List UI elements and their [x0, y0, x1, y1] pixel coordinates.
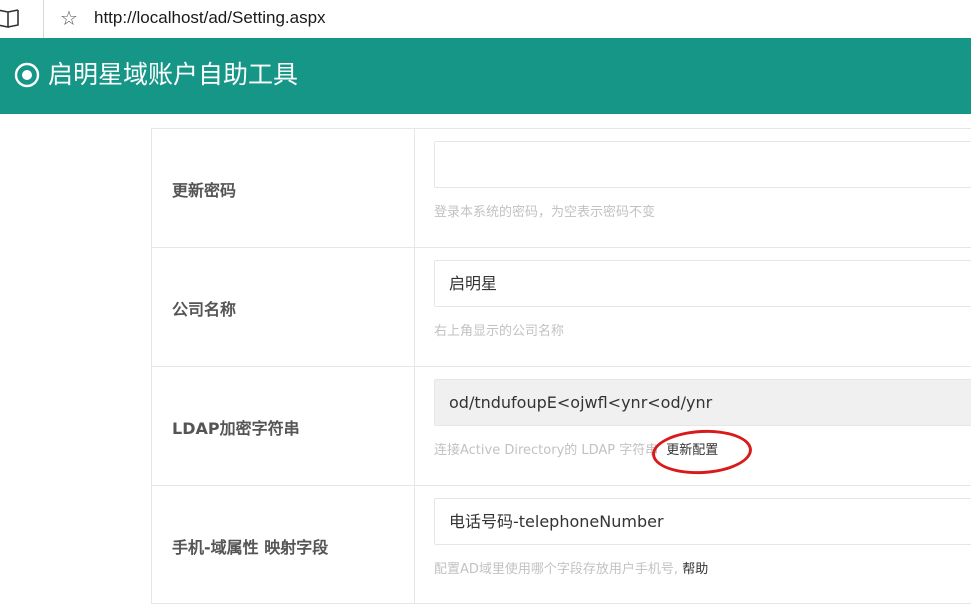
mobile-label-cell: 手机-域属性 映射字段	[151, 486, 415, 603]
settings-form: 更新密码 登录本系统的密码，为空表示密码不变 公司名称 启明星 右上角显示的公司…	[151, 128, 971, 604]
mobile-hint-line: 配置AD域里使用哪个字段存放用户手机号, 帮助	[434, 561, 708, 579]
ldap-label-cell: LDAP加密字符串	[151, 367, 415, 485]
toolbar-divider	[43, 0, 44, 38]
company-label: 公司名称	[172, 300, 237, 319]
ldap-hint-line: 连接Active Directory的 LDAP 字符串 更新配置	[434, 427, 754, 477]
help-link[interactable]: 帮助	[682, 562, 708, 577]
app-header: 启明星域账户自助工具	[0, 38, 971, 114]
book-icon[interactable]	[0, 6, 22, 30]
mobile-hint: 配置AD域里使用哪个字段存放用户手机号,	[434, 562, 679, 577]
company-input[interactable]: 启明星	[434, 260, 971, 307]
password-hint: 登录本系统的密码，为空表示密码不变	[434, 205, 656, 220]
mobile-label: 手机-域属性 映射字段	[172, 538, 329, 557]
ldap-hint: 连接Active Directory的 LDAP 字符串	[434, 443, 659, 458]
company-label-cell: 公司名称	[151, 248, 415, 366]
password-input[interactable]	[434, 141, 971, 188]
ldap-row: LDAP加密字符串 od/tndufoupE<ojwfl<ynr<od/ynr …	[151, 366, 971, 485]
ldap-input: od/tndufoupE<ojwfl<ynr<od/ynr	[434, 379, 971, 426]
radio-circle-icon	[14, 62, 40, 88]
browser-address-bar: ☆ http://localhost/ad/Setting.aspx	[0, 0, 971, 38]
password-label-cell: 更新密码	[151, 129, 415, 247]
company-hint: 右上角显示的公司名称	[434, 324, 565, 339]
update-config-link[interactable]: 更新配置	[651, 427, 754, 477]
url-field[interactable]: http://localhost/ad/Setting.aspx	[94, 7, 326, 29]
mobile-row: 手机-域属性 映射字段 电话号码-telephoneNumber 配置AD域里使…	[151, 485, 971, 604]
company-row: 公司名称 启明星 右上角显示的公司名称	[151, 247, 971, 366]
app-title: 启明星域账户自助工具	[48, 60, 299, 89]
password-label: 更新密码	[172, 181, 237, 200]
ldap-label: LDAP加密字符串	[172, 419, 300, 438]
highlight-circle	[651, 427, 754, 477]
mobile-field-select[interactable]: 电话号码-telephoneNumber	[434, 498, 971, 545]
password-row: 更新密码 登录本系统的密码，为空表示密码不变	[151, 128, 971, 247]
star-icon[interactable]: ☆	[60, 6, 78, 30]
